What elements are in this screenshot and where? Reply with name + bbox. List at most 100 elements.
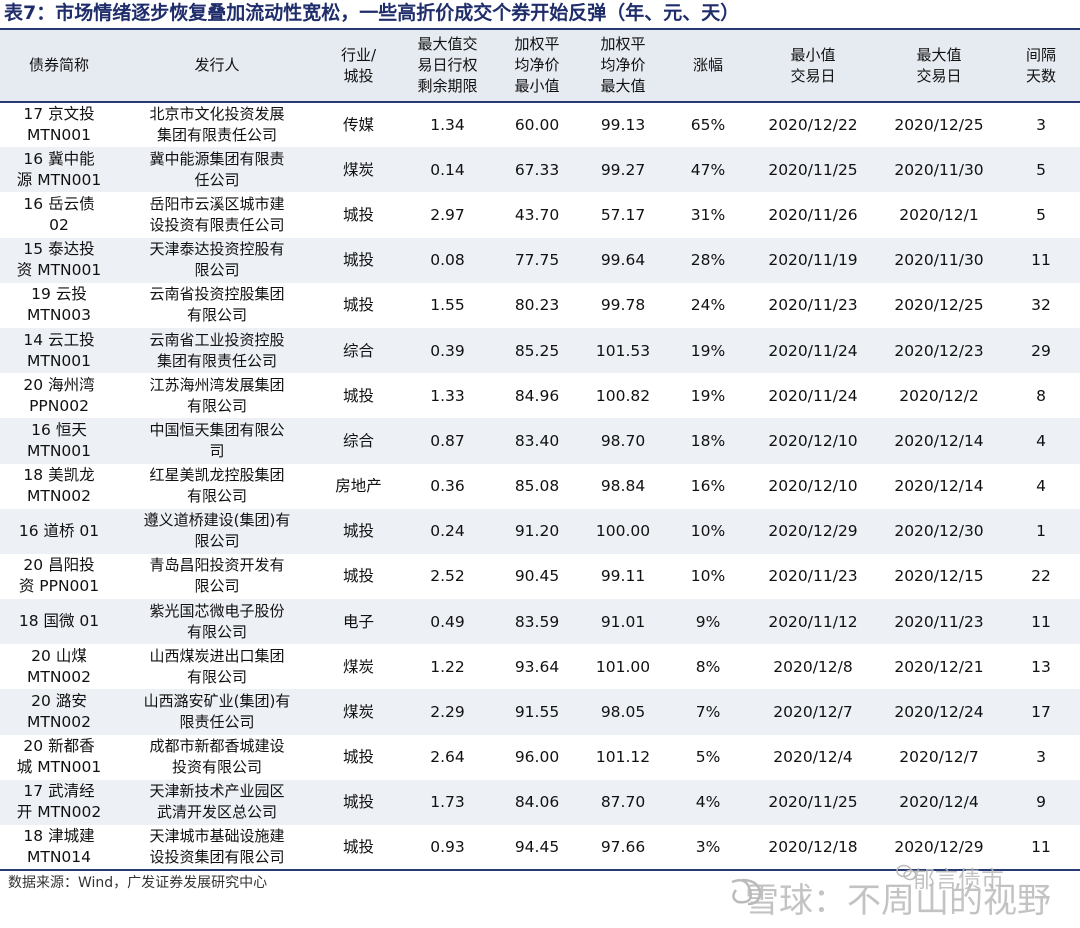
cell-industry: 城投 (342, 793, 374, 812)
cell-rise: 10% (690, 567, 726, 586)
cell-min-price: 96.00 (514, 748, 560, 767)
cell-remaining: 1.55 (430, 296, 465, 315)
cell-min-price: 80.23 (514, 296, 560, 315)
cell-min-date: 2020/12/4 (773, 748, 853, 767)
cell-interval: 11 (1002, 825, 1080, 872)
table-row: 18 美凯龙 MTN002 红星美凯龙控股集团 有限公司 房地产 0.36 85.08 9… (0, 464, 1080, 509)
cell-interval: 11 (1031, 612, 1051, 631)
cell-interval: 1 (1036, 522, 1046, 541)
cell-industry: 综合 (342, 341, 374, 360)
col-header-interval: 间隔 天数 (1002, 28, 1080, 103)
table-row: 20 山煤 MTN002 山西煤炭进出口集团 有限公司 煤炭 1.22 93.64 101… (0, 644, 1080, 689)
cell-rise: 10% (690, 522, 726, 541)
cell-max-date: 2020/12/23 (894, 341, 984, 360)
cell-max-price: 99.78 (600, 296, 646, 315)
watermark-line2: 雪球：不周山的视野 (745, 881, 1051, 921)
cell-min-date: 2020/11/12 (768, 612, 858, 631)
cell-industry: 城投 (342, 386, 374, 405)
table-title: 表7：市场情绪逐步恢复叠加流动性宽松，一些高折价成交个券开始反弹（年、元、天） (4, 2, 740, 24)
cell-rise: 24% (690, 296, 726, 315)
cell-max-price: 101.00 (595, 657, 651, 676)
cell-interval: 4 (1036, 477, 1046, 496)
cell-min-date: 2020/11/23 (768, 296, 858, 315)
cell-interval: 9 (1036, 793, 1046, 812)
cell-rise: 16% (690, 477, 726, 496)
table-row: 20 昌阳投 资 PPN001 青岛昌阳投资开发有 限公司 城投 2.52 90.45 9… (0, 554, 1080, 599)
cell-min-date: 2020/12/7 (773, 703, 853, 722)
cell-interval: 32 (1031, 296, 1051, 315)
cell-rise: 28% (690, 251, 726, 270)
cell-max-price: 87.70 (600, 793, 646, 812)
cell-remaining: 1.33 (430, 386, 465, 405)
cell-remaining: 2.64 (430, 748, 465, 767)
table-row: 16 道桥 01 遵义道桥建设(集团)有 限公司 城投 0.24 91.20 100.00… (0, 508, 1080, 554)
table-row: 14 云工投 MTN001 云南省工业投资控股 集团有限责任公司 综合 0.39 85.… (0, 327, 1080, 374)
cell-max-price: 98.70 (600, 431, 646, 450)
cell-remaining: 1.22 (430, 657, 465, 676)
cell-issuer: 北京市文化投资发展 集团有限责任公司 (149, 105, 285, 145)
cell-name: 15 泰达投 资 MTN001 (16, 240, 102, 280)
cell-remaining: 0.08 (430, 251, 465, 270)
cell-min-price: 91.55 (514, 703, 560, 722)
cell-remaining: 1.34 (430, 116, 465, 135)
cell-industry: 综合 (342, 431, 374, 450)
cell-interval: 29 (1031, 341, 1051, 360)
cell-issuer: 红星美凯龙控股集团 有限公司 (149, 466, 285, 506)
cell-interval: 22 (1031, 567, 1051, 586)
cell-issuer: 天津城市基础设施建 设投资集团有限公司 (118, 825, 316, 872)
col-header-rise: 涨幅 (666, 28, 750, 103)
cell-max-date: 2020/12/1 (899, 205, 979, 224)
table-header-row: 债券简称 发行人 行业/ 城投 最大值交 易日行权 剩余期限 加权平 均净价 最… (0, 28, 1080, 103)
cell-rise: 5% (695, 748, 721, 767)
col-header-min-date: 最小值 交易日 (750, 28, 876, 103)
cell-remaining: 2.97 (430, 205, 465, 224)
cell-issuer: 紫光国芯微电子股份 有限公司 (149, 601, 285, 641)
cell-min-price: 94.45 (494, 825, 580, 872)
cell-max-price: 99.13 (600, 116, 646, 135)
cell-rise: 19% (690, 386, 726, 405)
cell-min-price: 83.59 (514, 612, 560, 631)
cell-industry: 煤炭 (342, 657, 374, 676)
cell-name: 16 恒天 MTN001 (26, 420, 92, 460)
cell-interval: 17 (1031, 703, 1051, 722)
table-row: 20 潞安 MTN002 山西潞安矿业(集团)有 限责任公司 煤炭 2.29 91.55… (0, 689, 1080, 735)
cell-industry: 传媒 (342, 116, 374, 135)
cell-remaining: 0.14 (430, 160, 465, 179)
cell-rise: 4% (695, 793, 721, 812)
cell-name: 16 岳云债 02 (23, 194, 95, 234)
table-row: 17 京文投 MTN001 北京市文化投资发展 集团有限责任公司 传媒 1.34 60.… (0, 102, 1080, 147)
cell-min-date: 2020/11/24 (768, 341, 858, 360)
table-row: 15 泰达投 资 MTN001 天津泰达投资控股有 限公司 城投 0.08 77.75 9… (0, 237, 1080, 283)
cell-issuer: 冀中能源集团有限责 任公司 (149, 149, 285, 189)
cell-name: 17 武清经 开 MTN002 (16, 782, 102, 822)
cell-min-date: 2020/12/10 (768, 477, 858, 496)
data-source-note: 数据来源：Wind，广发证券发展研究中心 (8, 875, 268, 891)
cell-rise: 31% (690, 205, 726, 224)
cell-industry: 城投 (342, 296, 374, 315)
col-header-industry: 行业/ 城投 (316, 28, 401, 103)
table-row: 19 云投 MTN003 云南省投资控股集团 有限公司 城投 1.55 80.23 99.… (0, 283, 1080, 328)
cell-max-price: 98.05 (600, 703, 646, 722)
col-header-min-price: 加权平 均净价 最小值 (494, 28, 580, 103)
cell-min-price: 43.70 (514, 205, 560, 224)
cell-rise: 7% (695, 703, 721, 722)
cell-name: 20 新都香 城 MTN001 (16, 737, 102, 777)
cell-min-price: 85.25 (514, 341, 560, 360)
cell-name: 20 潞安 MTN002 (26, 692, 92, 732)
cell-remaining: 2.52 (430, 567, 465, 586)
cell-name: 17 京文投 MTN001 (23, 105, 95, 145)
cell-issuer: 天津新技术产业园区 武清开发区总公司 (149, 782, 285, 822)
cell-name: 18 美凯龙 MTN002 (23, 466, 95, 506)
cell-industry: 城投 (342, 522, 374, 541)
table-row: 16 冀中能 源 MTN001 冀中能源集团有限责 任公司 煤炭 0.14 67.33 9… (0, 147, 1080, 193)
cell-max-price: 99.11 (600, 567, 646, 586)
cell-max-price: 99.27 (600, 160, 646, 179)
cell-min-price: 85.08 (514, 477, 560, 496)
cell-max-date: 2020/12/25 (894, 296, 984, 315)
cell-min-date: 2020/11/19 (768, 251, 858, 270)
cell-name: 16 道桥 01 (18, 521, 100, 540)
cell-issuer: 山西潞安矿业(集团)有 限责任公司 (143, 692, 291, 732)
cell-remaining: 1.73 (430, 793, 465, 812)
cell-industry: 城投 (342, 748, 374, 767)
cell-industry: 城投 (342, 251, 374, 270)
